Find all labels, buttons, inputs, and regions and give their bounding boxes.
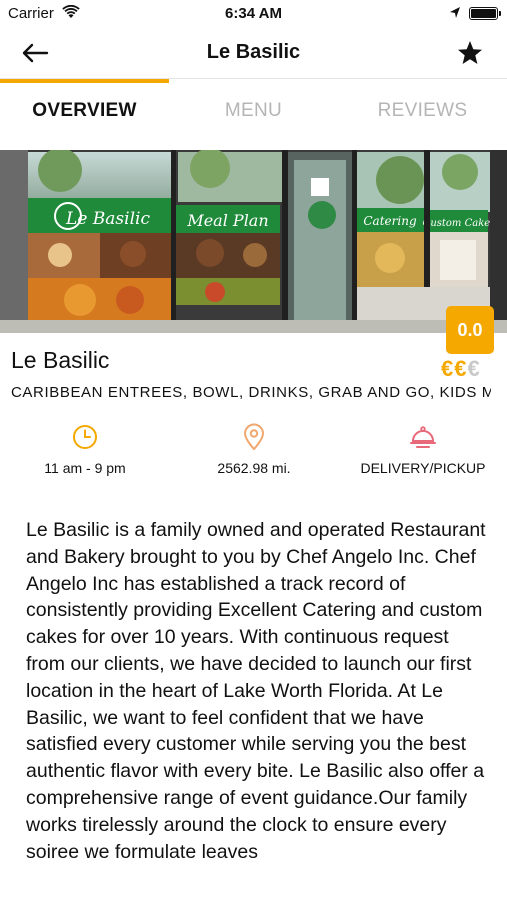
restaurant-name: Le Basilic <box>11 347 110 373</box>
restaurant-categories: CARIBBEAN ENTREES, BOWL, DRINKS, GRAB AN… <box>11 384 491 401</box>
rating-badge: 0.0 <box>446 306 494 354</box>
price-symbol: € <box>467 356 481 381</box>
page-title: Le Basilic <box>206 41 301 63</box>
tab-menu[interactable]: MENU <box>169 100 338 122</box>
hours-label: 11 am - 9 pm <box>44 460 126 476</box>
nav-bar: Le Basilic <box>0 28 507 78</box>
tab-reviews[interactable]: REVIEWS <box>338 100 507 122</box>
hours-info: 11 am - 9 pm <box>5 422 165 476</box>
hero-sign-custom-cakes: Custom Cakes <box>423 218 496 229</box>
clock-icon <box>73 425 97 449</box>
hero-sign-basilic: Le Basilic <box>65 209 150 229</box>
active-tab-indicator <box>0 79 169 83</box>
tab-bar: OVERVIEW MENU REVIEWS <box>0 78 507 142</box>
clock-time: 6:34 AM <box>225 5 282 22</box>
service-label: DELIVERY/PICKUP <box>360 460 486 476</box>
price-symbol: € <box>441 356 455 381</box>
location-arrow-icon <box>450 7 460 18</box>
distance-label: 2562.98 mi. <box>217 460 291 476</box>
food-cloche-icon <box>410 426 436 448</box>
price-level: €€€ <box>441 356 481 382</box>
service-info: DELIVERY/PICKUP <box>343 422 503 476</box>
location-pin-icon <box>243 423 265 451</box>
favorite-star-icon[interactable] <box>456 39 484 67</box>
status-bar: Carrier 6:34 AM <box>0 0 507 28</box>
tab-overview[interactable]: OVERVIEW <box>0 100 169 122</box>
hero-sign-catering: Catering <box>363 214 417 228</box>
hero-sign-meal-plan: Meal Plan <box>186 211 268 230</box>
distance-info: 2562.98 mi. <box>174 422 334 476</box>
battery-icon <box>469 7 501 20</box>
storefront-illustration: Le Basilic Meal Plan Catering Custom Cak… <box>0 150 507 333</box>
restaurant-hero-image: Le Basilic Meal Plan Catering Custom Cak… <box>0 150 507 333</box>
price-symbol: € <box>454 356 468 381</box>
restaurant-description: Le Basilic is a family owned and operate… <box>26 519 486 863</box>
